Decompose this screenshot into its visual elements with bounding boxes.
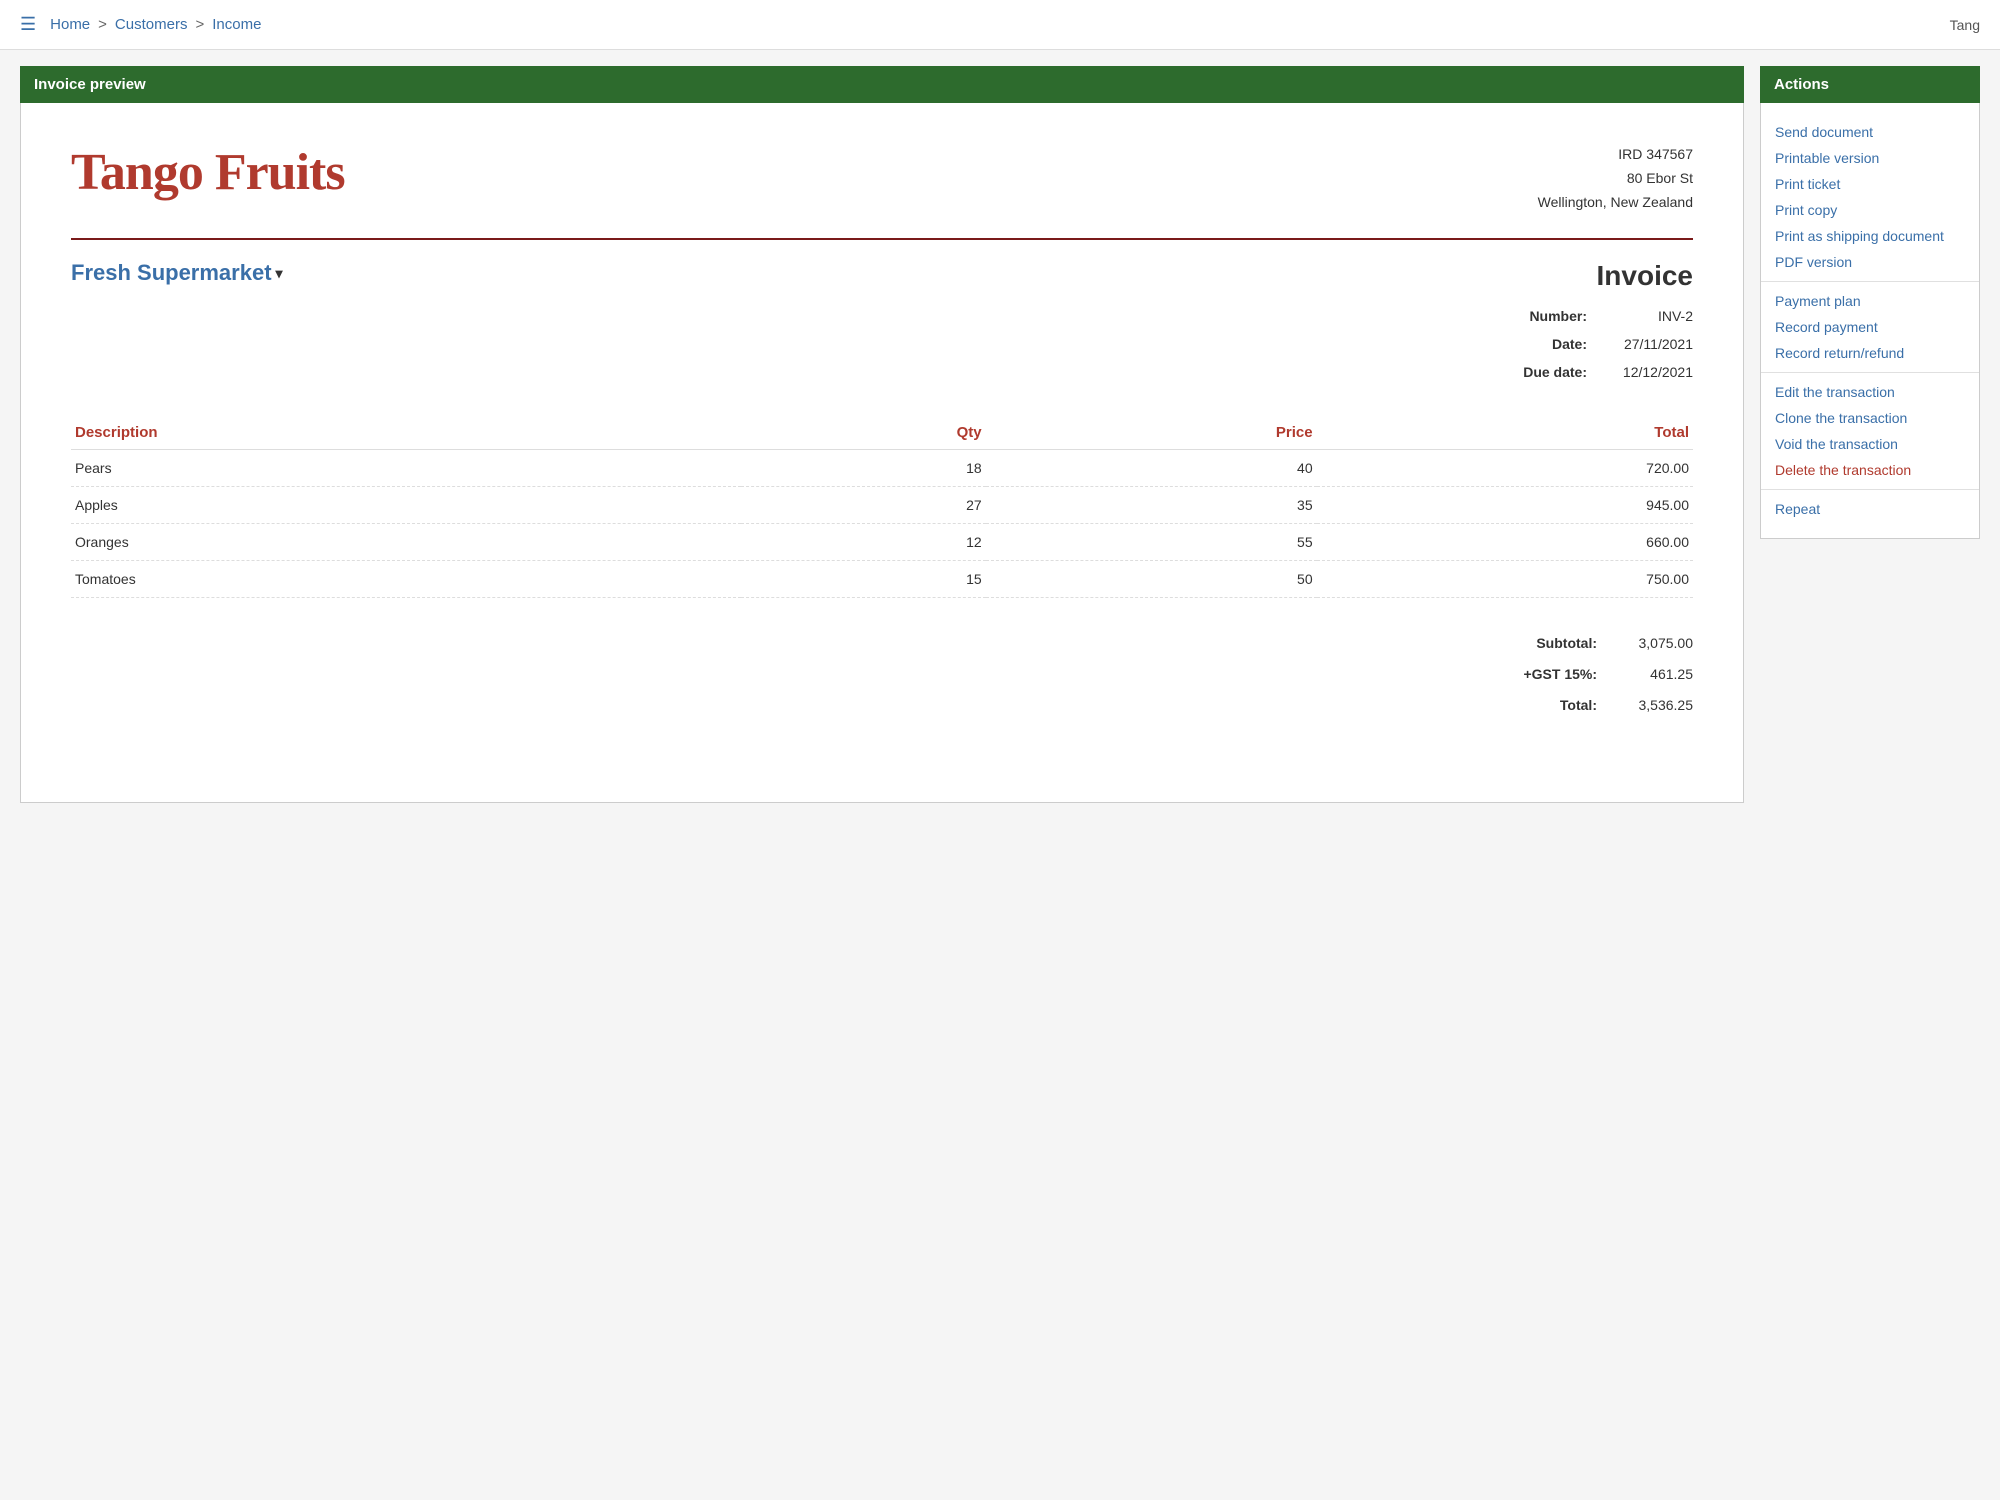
breadcrumb-customers[interactable]: Customers [115,16,188,33]
item-qty: 18 [741,450,985,487]
action-group-0: Send documentPrintable versionPrint tick… [1761,113,1979,282]
action-payment-plan[interactable]: Payment plan [1775,288,1965,314]
action-repeat[interactable]: Repeat [1775,496,1965,522]
action-group-1: Payment planRecord paymentRecord return/… [1761,282,1979,373]
due-date-label: Due date: [1507,358,1587,386]
invoice-details: Number: INV-2 Date: 27/11/2021 Due date:… [1507,302,1693,386]
item-qty: 12 [741,524,985,561]
breadcrumb-sep-2: > [195,16,204,33]
date-value: 27/11/2021 [1603,330,1693,358]
breadcrumb-sep-1: > [98,16,107,33]
action-clone-the-transaction[interactable]: Clone the transaction [1775,405,1965,431]
item-price: 50 [986,561,1317,598]
item-price: 55 [986,524,1317,561]
breadcrumb-income[interactable]: Income [212,16,261,33]
invoice-panel-body: Tango Fruits IRD 347567 80 Ebor St Welli… [20,103,1744,803]
company-logo: Tango Fruits [71,143,345,202]
action-delete-the-transaction[interactable]: Delete the transaction [1775,457,1965,483]
company-address2: Wellington, New Zealand [1538,191,1693,215]
gst-label: +GST 15%: [1477,659,1597,690]
invoice-title-block: Invoice Number: INV-2 Date: 27/11/2021 D… [1507,260,1693,386]
subtotal-value: 3,075.00 [1613,628,1693,659]
item-total: 750.00 [1317,561,1693,598]
gst-value: 461.25 [1613,659,1693,690]
actions-body: Send documentPrintable versionPrint tick… [1760,103,1980,539]
action-group-2: Edit the transactionClone the transactio… [1761,373,1979,490]
action-print-copy[interactable]: Print copy [1775,197,1965,223]
col-price: Price [986,416,1317,450]
items-table: Description Qty Price Total Pears 18 40 … [71,416,1693,598]
totals-table: Subtotal: 3,075.00 +GST 15%: 461.25 Tota… [1477,628,1693,720]
customer-dropdown-icon[interactable]: ▾ [276,265,283,282]
number-value: INV-2 [1603,302,1693,330]
action-edit-the-transaction[interactable]: Edit the transaction [1775,379,1965,405]
breadcrumb-home[interactable]: Home [50,16,90,33]
number-label: Number: [1507,302,1587,330]
total-label: Total: [1477,690,1597,721]
item-price: 40 [986,450,1317,487]
action-printable-version[interactable]: Printable version [1775,145,1965,171]
actions-panel: Actions Send documentPrintable versionPr… [1760,66,1980,803]
invoice-panel: Invoice preview Tango Fruits IRD 347567 … [20,66,1744,803]
item-total: 945.00 [1317,487,1693,524]
table-row: Oranges 12 55 660.00 [71,524,1693,561]
item-description: Pears [71,450,741,487]
user-label: Tang [1950,17,1980,33]
table-row: Apples 27 35 945.00 [71,487,1693,524]
top-nav: ☰ Home > Customers > Income Tang [0,0,2000,50]
customer-name[interactable]: Fresh Supermarket ▾ [71,260,283,286]
action-print-as-shipping-document[interactable]: Print as shipping document [1775,223,1965,249]
action-send-document[interactable]: Send document [1775,119,1965,145]
col-description: Description [71,416,741,450]
item-description: Apples [71,487,741,524]
col-qty: Qty [741,416,985,450]
item-qty: 27 [741,487,985,524]
invoice-meta-row: Fresh Supermarket ▾ Invoice Number: INV-… [71,260,1693,386]
hamburger-icon[interactable]: ☰ [20,14,36,35]
invoice-panel-header: Invoice preview [20,66,1744,103]
main-layout: Invoice preview Tango Fruits IRD 347567 … [0,50,2000,819]
action-record-payment[interactable]: Record payment [1775,314,1965,340]
action-pdf-version[interactable]: PDF version [1775,249,1965,275]
table-row: Pears 18 40 720.00 [71,450,1693,487]
invoice-header-row: Tango Fruits IRD 347567 80 Ebor St Welli… [71,143,1693,214]
breadcrumb: ☰ Home > Customers > Income [20,14,261,35]
col-total: Total [1317,416,1693,450]
total-value: 3,536.25 [1613,690,1693,721]
invoice-title: Invoice [1507,260,1693,292]
due-date-value: 12/12/2021 [1603,358,1693,386]
company-ird: IRD 347567 [1538,143,1693,167]
item-price: 35 [986,487,1317,524]
action-group-3: Repeat [1761,490,1979,528]
item-description: Oranges [71,524,741,561]
invoice-divider [71,238,1693,240]
company-address: IRD 347567 80 Ebor St Wellington, New Ze… [1538,143,1693,214]
item-total: 720.00 [1317,450,1693,487]
totals-block: Subtotal: 3,075.00 +GST 15%: 461.25 Tota… [71,628,1693,720]
actions-header: Actions [1760,66,1980,103]
item-qty: 15 [741,561,985,598]
date-label: Date: [1507,330,1587,358]
action-void-the-transaction[interactable]: Void the transaction [1775,431,1965,457]
action-print-ticket[interactable]: Print ticket [1775,171,1965,197]
table-row: Tomatoes 15 50 750.00 [71,561,1693,598]
item-description: Tomatoes [71,561,741,598]
action-record-return/refund[interactable]: Record return/refund [1775,340,1965,366]
item-total: 660.00 [1317,524,1693,561]
company-address1: 80 Ebor St [1538,167,1693,191]
subtotal-label: Subtotal: [1477,628,1597,659]
